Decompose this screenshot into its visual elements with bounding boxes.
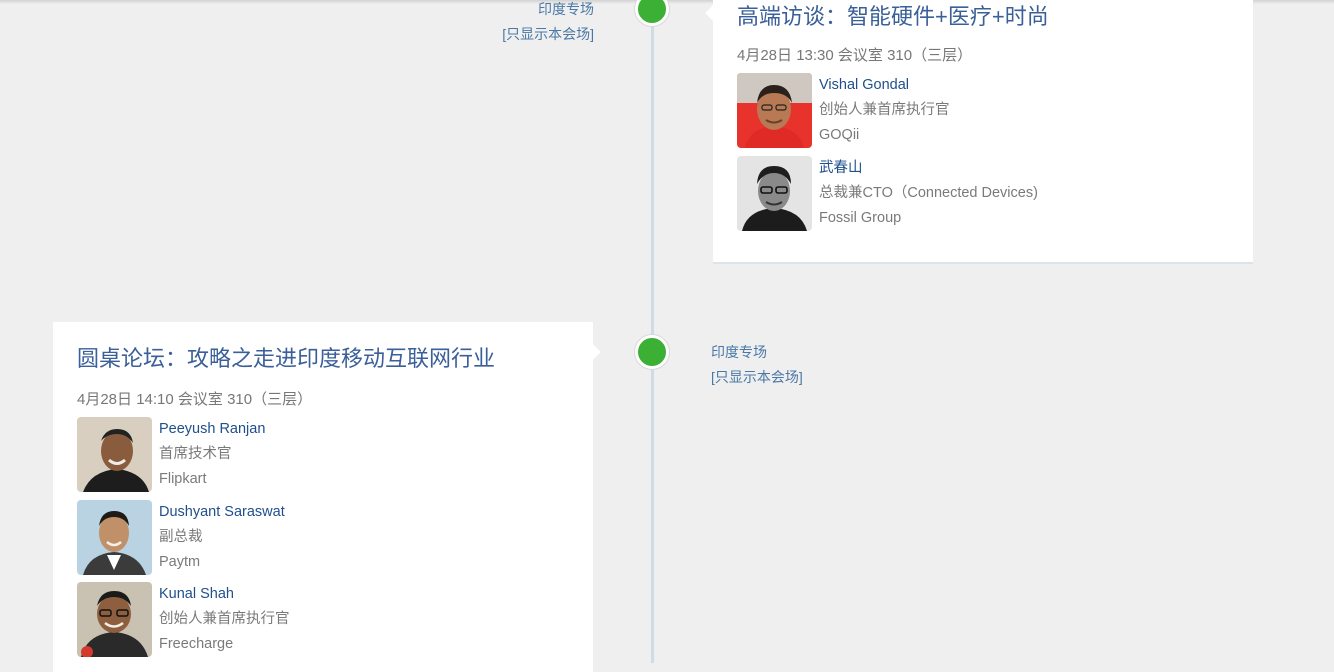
speaker-name[interactable]: 武春山 [819, 156, 1038, 181]
show-only-this-track-link[interactable]: [只显示本会场] [711, 365, 803, 390]
timeline-dot [635, 335, 669, 369]
speaker-role: 首席技术官 [159, 446, 232, 462]
speaker-org: Freecharge [159, 636, 234, 652]
speaker-avatar[interactable] [737, 73, 812, 148]
card-arrow [581, 342, 601, 362]
speaker-role: 创始人兼首席执行官 [159, 611, 290, 627]
speaker-name[interactable]: Dushyant Saraswat [159, 500, 285, 525]
speaker-avatar[interactable] [77, 500, 152, 575]
speaker-role: 创始人兼首席执行官 [819, 102, 950, 118]
card-arrow [705, 3, 725, 23]
track-name[interactable]: 印度专场 [502, 0, 594, 22]
session-title[interactable]: 圆桌论坛：攻略之走进印度移动互联网行业 [77, 344, 495, 374]
speaker-name[interactable]: Peeyush Ranjan [159, 417, 265, 442]
speaker-org: Fossil Group [819, 210, 902, 226]
timeline-line [651, 0, 654, 663]
speaker-org: Paytm [159, 554, 201, 570]
timeline-dot [635, 0, 669, 26]
speaker-role: 总裁兼CTO（Connected Devices) [819, 185, 1038, 201]
speaker-avatar[interactable] [77, 582, 152, 657]
session-meta: 4月28日 13:30 会议室 310（三层） [737, 47, 973, 64]
track-name[interactable]: 印度专场 [711, 340, 803, 365]
session-card: 圆桌论坛：攻略之走进印度移动互联网行业 4月28日 14:10 会议室 310（… [53, 322, 601, 672]
speaker-org: Flipkart [159, 471, 207, 487]
speaker-role: 副总裁 [159, 529, 203, 545]
speaker-org: GOQii [819, 127, 860, 143]
track-tag: 印度专场 [只显示本会场] [711, 340, 803, 390]
speaker-avatar[interactable] [737, 156, 812, 231]
speaker-avatar[interactable] [77, 417, 152, 492]
session-meta: 4月28日 14:10 会议室 310（三层） [77, 391, 313, 408]
session-card: 高端访谈：智能硬件+医疗+时尚 4月28日 13:30 会议室 310（三层） … [705, 0, 1253, 262]
show-only-this-track-link[interactable]: [只显示本会场] [502, 22, 594, 47]
speaker-name[interactable]: Vishal Gondal [819, 73, 950, 98]
speaker-name[interactable]: Kunal Shah [159, 582, 290, 607]
track-tag: 印度专场 [只显示本会场] [502, 0, 594, 47]
session-title[interactable]: 高端访谈：智能硬件+医疗+时尚 [737, 2, 1049, 32]
